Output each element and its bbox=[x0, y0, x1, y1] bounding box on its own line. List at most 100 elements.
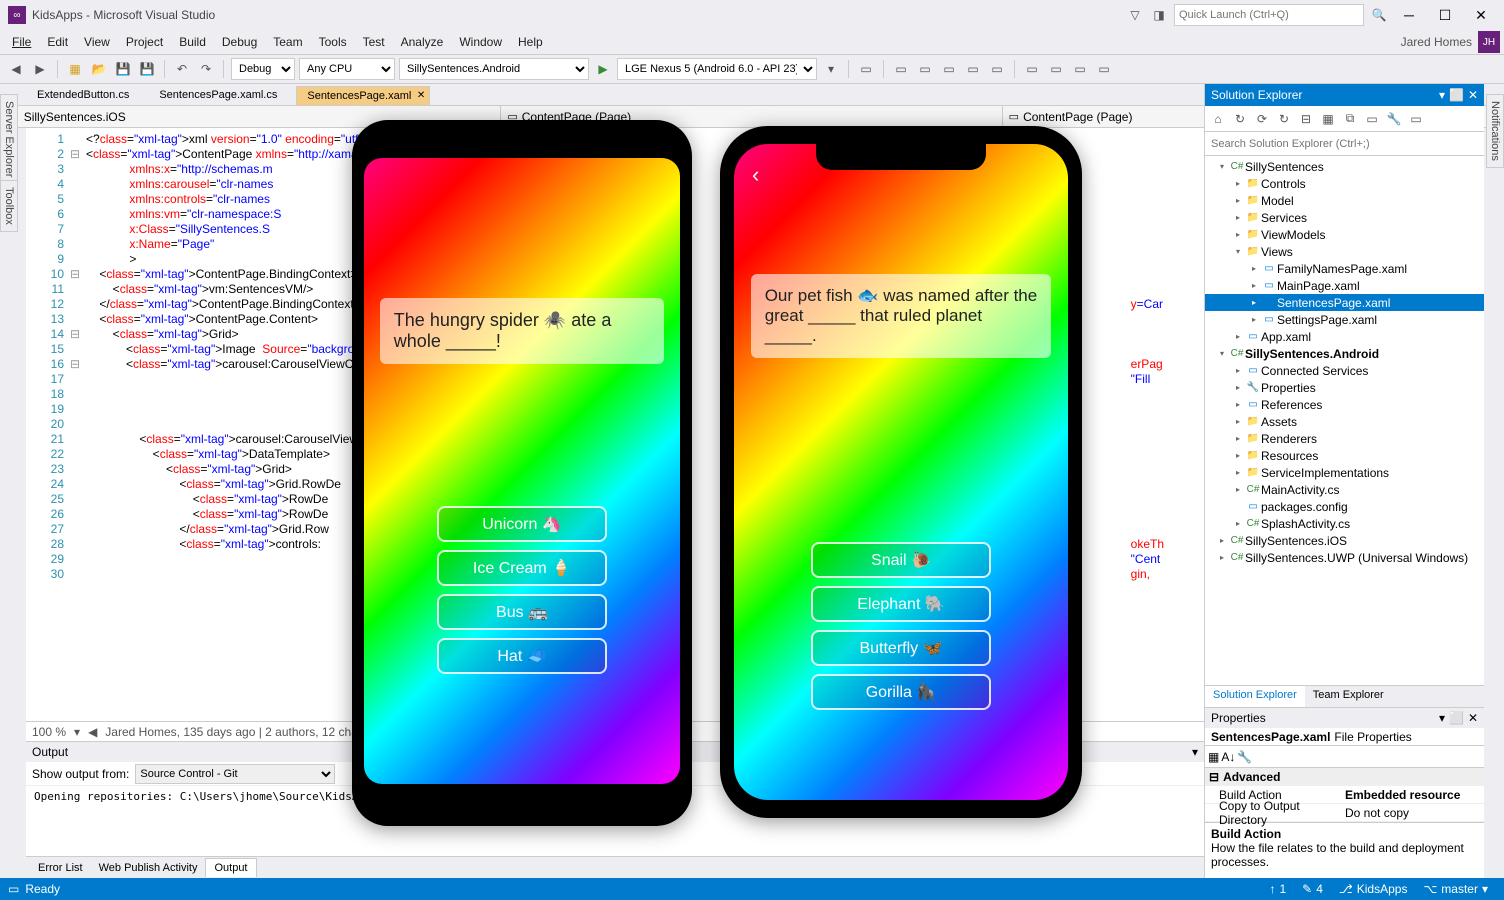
toolbox-tab[interactable]: Toolbox bbox=[0, 180, 18, 232]
sol-search-input[interactable] bbox=[1205, 132, 1484, 155]
tree-node[interactable]: ▸▭FamilyNamesPage.xaml bbox=[1205, 260, 1484, 277]
menu-view[interactable]: View bbox=[76, 32, 118, 52]
feedback-icon[interactable]: ◨ bbox=[1150, 6, 1168, 24]
tree-node[interactable]: ▸▭App.xaml bbox=[1205, 328, 1484, 345]
tree-node[interactable]: ▸▭SentencesPage.xaml bbox=[1205, 294, 1484, 311]
props-pin-icon[interactable]: ⬜ bbox=[1449, 711, 1464, 725]
maximize-button[interactable]: ☐ bbox=[1430, 3, 1460, 27]
props-az-icon[interactable]: A↓ bbox=[1221, 750, 1235, 764]
props-category[interactable]: ⊟ Advanced bbox=[1205, 768, 1484, 786]
close-button[interactable]: ✕ bbox=[1466, 3, 1496, 27]
user-avatar[interactable]: JH bbox=[1478, 31, 1500, 53]
sol-more-icon[interactable]: ▭ bbox=[1406, 109, 1426, 129]
status-repo[interactable]: ⎇ KidsApps bbox=[1331, 882, 1416, 896]
user-name[interactable]: Jared Homes bbox=[1395, 35, 1478, 49]
tree-node[interactable]: ▸▭SettingsPage.xaml bbox=[1205, 311, 1484, 328]
sol-back-icon[interactable]: ↻ bbox=[1230, 109, 1250, 129]
notifications-tab[interactable]: Notifications bbox=[1486, 94, 1504, 168]
sol-wrench-icon[interactable]: 🔧 bbox=[1384, 109, 1404, 129]
sol-tree[interactable]: ▾C#SillySentences▸📁Controls▸📁Model▸📁Serv… bbox=[1205, 156, 1484, 685]
sol-preview-icon[interactable]: ▭ bbox=[1362, 109, 1382, 129]
tree-node[interactable]: ▸C#SillySentences.iOS bbox=[1205, 532, 1484, 549]
open-icon[interactable]: 📂 bbox=[89, 59, 109, 79]
toolbar-icon-4[interactable]: ▭ bbox=[939, 59, 959, 79]
undo-icon[interactable]: ↶ bbox=[172, 59, 192, 79]
tab-close-icon[interactable]: ✕ bbox=[417, 90, 425, 101]
menu-analyze[interactable]: Analyze bbox=[393, 32, 452, 52]
zoom-level[interactable]: 100 % bbox=[32, 725, 66, 739]
editor-tab[interactable]: SentencesPage.xaml.cs bbox=[148, 85, 296, 105]
minimize-button[interactable]: ─ bbox=[1394, 3, 1424, 27]
quick-launch-input[interactable] bbox=[1174, 4, 1364, 26]
search-icon[interactable]: 🔍 bbox=[1370, 6, 1388, 24]
sol-tab[interactable]: Solution Explorer bbox=[1205, 686, 1305, 707]
tree-node[interactable]: ▸📁ViewModels bbox=[1205, 226, 1484, 243]
nav-back-icon[interactable]: ◀ bbox=[6, 59, 26, 79]
sol-props-icon[interactable]: ⧉ bbox=[1340, 109, 1360, 129]
toolbar-icon-5[interactable]: ▭ bbox=[963, 59, 983, 79]
menu-file[interactable]: File bbox=[4, 32, 39, 52]
tree-node[interactable]: ▸📁Assets bbox=[1205, 413, 1484, 430]
toolbar-icon-9[interactable]: ▭ bbox=[1070, 59, 1090, 79]
new-project-icon[interactable]: ▦ bbox=[65, 59, 85, 79]
device-select[interactable]: LGE Nexus 5 (Android 6.0 - API 23) bbox=[617, 58, 817, 80]
props-wrench-icon[interactable]: 🔧 bbox=[1237, 750, 1252, 764]
blame-info[interactable]: Jared Homes, 135 days ago | 2 authors, 1… bbox=[105, 725, 384, 739]
menu-build[interactable]: Build bbox=[171, 32, 214, 52]
props-row[interactable]: Copy to Output Directory Do not copy bbox=[1205, 804, 1484, 822]
game-answer-button[interactable]: Snail 🐌 bbox=[811, 542, 991, 578]
tree-node[interactable]: ▸▭MainPage.xaml bbox=[1205, 277, 1484, 294]
sol-dropdown-icon[interactable]: ▾ bbox=[1439, 88, 1445, 102]
tree-node[interactable]: ▭packages.config bbox=[1205, 498, 1484, 515]
game-answer-button[interactable]: Ice Cream 🍦 bbox=[437, 550, 608, 586]
tree-node[interactable]: ▸📁ServiceImplementations bbox=[1205, 464, 1484, 481]
sol-close-icon[interactable]: ✕ bbox=[1468, 88, 1478, 102]
tree-node[interactable]: ▾📁Views bbox=[1205, 243, 1484, 260]
menu-help[interactable]: Help bbox=[510, 32, 551, 52]
toolbar-icon-7[interactable]: ▭ bbox=[1022, 59, 1042, 79]
output-tab[interactable]: Output bbox=[205, 858, 256, 877]
tree-node[interactable]: ▸C#SplashActivity.cs bbox=[1205, 515, 1484, 532]
output-tab[interactable]: Web Publish Activity bbox=[91, 859, 206, 877]
editor-tab[interactable]: ExtendedButton.cs bbox=[26, 85, 148, 105]
server-explorer-tab[interactable]: Server Explorer bbox=[0, 94, 18, 184]
toolbar-icon-2[interactable]: ▭ bbox=[891, 59, 911, 79]
sol-refresh-icon[interactable]: ↻ bbox=[1274, 109, 1294, 129]
tree-node[interactable]: ▾C#SillySentences bbox=[1205, 158, 1484, 175]
status-changes[interactable]: ✎ 4 bbox=[1294, 882, 1331, 896]
tree-node[interactable]: ▾C#SillySentences.Android bbox=[1205, 345, 1484, 362]
tree-node[interactable]: ▸▭Connected Services bbox=[1205, 362, 1484, 379]
tree-node[interactable]: ▸📁Services bbox=[1205, 209, 1484, 226]
game-answer-button[interactable]: Unicorn 🦄 bbox=[437, 506, 608, 542]
menu-edit[interactable]: Edit bbox=[39, 32, 76, 52]
sol-collapse-icon[interactable]: ⊟ bbox=[1296, 109, 1316, 129]
tree-node[interactable]: ▸🔧Properties bbox=[1205, 379, 1484, 396]
tree-node[interactable]: ▸C#SillySentences.UWP (Universal Windows… bbox=[1205, 549, 1484, 566]
platform-select[interactable]: Any CPU bbox=[299, 58, 395, 80]
menu-project[interactable]: Project bbox=[118, 32, 171, 52]
props-close-icon[interactable]: ✕ bbox=[1468, 711, 1478, 725]
game-answer-button[interactable]: Elephant 🐘 bbox=[811, 586, 991, 622]
sol-sync-icon[interactable]: ⟳ bbox=[1252, 109, 1272, 129]
game-answer-button[interactable]: Gorilla 🦍 bbox=[811, 674, 991, 710]
props-dropdown-icon[interactable]: ▾ bbox=[1439, 711, 1445, 725]
game-answer-button[interactable]: Hat 🧢 bbox=[437, 638, 608, 674]
redo-icon[interactable]: ↷ bbox=[196, 59, 216, 79]
output-source-select[interactable]: Source Control - Git bbox=[135, 764, 335, 784]
status-push[interactable]: ↑ 1 bbox=[1261, 882, 1294, 896]
status-branch[interactable]: ⌥ master ▾ bbox=[1415, 882, 1496, 896]
toolbar-icon-10[interactable]: ▭ bbox=[1094, 59, 1114, 79]
sol-tab[interactable]: Team Explorer bbox=[1305, 686, 1392, 707]
toolbar-icon-3[interactable]: ▭ bbox=[915, 59, 935, 79]
device-dropdown-icon[interactable]: ▾ bbox=[821, 59, 841, 79]
props-cat-icon[interactable]: ▦ bbox=[1208, 750, 1219, 764]
output-dropdown-icon[interactable]: ▾ bbox=[1192, 745, 1198, 759]
toolbar-icon-1[interactable]: ▭ bbox=[856, 59, 876, 79]
menu-debug[interactable]: Debug bbox=[214, 32, 265, 52]
tree-node[interactable]: ▸📁Renderers bbox=[1205, 430, 1484, 447]
play-icon[interactable]: ▶ bbox=[593, 59, 613, 79]
tree-node[interactable]: ▸📁Model bbox=[1205, 192, 1484, 209]
back-chevron-icon[interactable]: ‹ bbox=[752, 162, 759, 188]
save-icon[interactable]: 💾 bbox=[113, 59, 133, 79]
menu-tools[interactable]: Tools bbox=[311, 32, 355, 52]
